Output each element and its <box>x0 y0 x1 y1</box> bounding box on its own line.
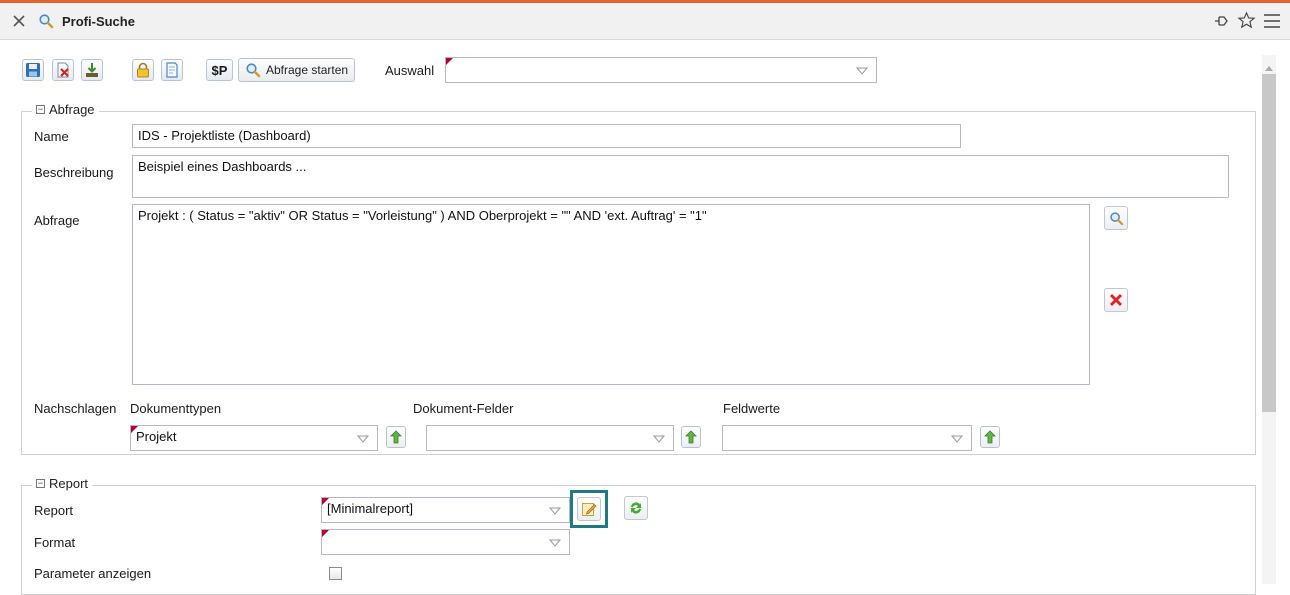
delete-icon <box>1109 293 1123 307</box>
menu-icon[interactable] <box>1262 12 1282 30</box>
required-marker <box>131 426 138 433</box>
save-button[interactable] <box>22 59 44 81</box>
report-label: Report <box>34 503 74 518</box>
chevron-down-icon <box>356 435 370 443</box>
lock-icon <box>137 62 149 78</box>
arrow-up-icon <box>390 430 402 444</box>
docfields-label: Dokument-Felder <box>413 401 514 416</box>
refresh-report-button[interactable] <box>624 496 648 520</box>
description-label: Beschreibung <box>34 165 114 180</box>
query-legend[interactable]: − Abfrage <box>32 102 99 117</box>
chevron-down-icon <box>548 507 562 515</box>
name-label: Name <box>34 129 69 144</box>
title-bar: Profi-Suche <box>0 3 1290 40</box>
report-value: [Minimalreport] <box>327 501 413 516</box>
query-label: Abfrage <box>34 213 80 228</box>
chevron-down-icon <box>548 539 562 547</box>
name-field[interactable]: IDS - Projektliste (Dashboard) <box>132 124 961 148</box>
page-button[interactable] <box>161 59 183 81</box>
edit-icon <box>582 503 597 516</box>
clear-query-button[interactable] <box>1104 288 1128 312</box>
docfields-insert-button[interactable] <box>681 426 701 448</box>
report-legend[interactable]: − Report <box>32 476 93 491</box>
page-icon <box>166 62 178 78</box>
query-legend-label: Abfrage <box>49 102 95 117</box>
run-query-button[interactable]: Abfrage starten <box>238 58 356 82</box>
pin-icon[interactable] <box>1213 12 1231 30</box>
doctypes-value: Projekt <box>136 429 177 444</box>
star-icon[interactable] <box>1237 11 1256 30</box>
close-icon[interactable] <box>12 14 26 28</box>
window-title: Profi-Suche <box>62 14 135 29</box>
required-marker <box>322 498 329 505</box>
fieldvalues-combobox[interactable] <box>722 425 972 451</box>
scrollbar-thumb[interactable] <box>1262 74 1276 412</box>
download-icon <box>86 63 98 77</box>
selection-combobox[interactable] <box>445 57 877 83</box>
lock-button[interactable] <box>132 59 154 81</box>
scroll-up-icon[interactable] <box>1264 60 1274 71</box>
docfields-combobox[interactable] <box>426 425 674 451</box>
show-params-label: Parameter anzeigen <box>34 566 152 581</box>
arrow-up-icon <box>984 430 996 444</box>
fieldvalues-insert-button[interactable] <box>980 426 1000 448</box>
show-params-checkbox[interactable] <box>329 567 342 580</box>
delete-document-button[interactable] <box>52 59 74 81</box>
collapse-icon[interactable]: − <box>36 479 45 488</box>
download-button[interactable] <box>81 59 103 81</box>
description-field[interactable]: Beispiel eines Dashboards ... <box>132 155 1229 198</box>
refresh-icon <box>631 502 641 514</box>
collapse-icon[interactable]: − <box>36 105 45 114</box>
chevron-down-icon <box>855 67 869 75</box>
lookup-label: Nachschlagen <box>34 401 117 416</box>
report-legend-label: Report <box>49 476 89 491</box>
selection-label: Auswahl <box>385 63 435 78</box>
format-combobox[interactable] <box>321 529 570 555</box>
doctypes-label: Dokumenttypen <box>130 401 222 416</box>
required-marker <box>446 58 453 65</box>
required-marker <box>322 530 329 537</box>
dollar-p-button[interactable]: $P <box>206 59 233 81</box>
fieldvalues-label: Feldwerte <box>723 401 781 416</box>
query-search-button[interactable] <box>1104 206 1128 230</box>
edit-report-button[interactable] <box>577 497 601 521</box>
doctypes-insert-button[interactable] <box>386 426 406 448</box>
arrow-up-icon <box>685 430 697 444</box>
chevron-down-icon <box>950 435 964 443</box>
format-label: Format <box>34 535 76 550</box>
magnifier-icon <box>1109 211 1123 225</box>
search-icon <box>38 13 54 29</box>
report-combobox[interactable]: [Minimalreport] <box>321 497 570 523</box>
doctypes-combobox[interactable]: Projekt <box>130 425 378 451</box>
save-icon <box>26 63 40 77</box>
chevron-down-icon <box>652 435 666 443</box>
delete-document-icon <box>57 62 69 78</box>
query-textarea[interactable]: Projekt : ( Status = "aktiv" OR Status =… <box>132 204 1090 385</box>
run-query-label: Abfrage starten <box>266 63 349 77</box>
magnifier-icon <box>246 63 261 78</box>
